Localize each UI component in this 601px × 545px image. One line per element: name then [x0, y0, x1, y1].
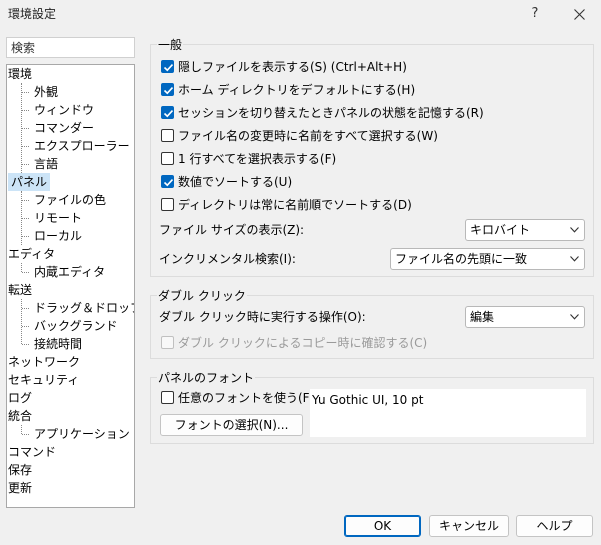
- tree-item-local[interactable]: ローカル: [34, 227, 82, 245]
- tree-item-commands[interactable]: コマンド: [8, 443, 56, 461]
- tree-connector: [22, 308, 29, 309]
- double-click-action-select[interactable]: 編集: [465, 306, 585, 328]
- checkbox-unchecked-icon: [161, 336, 174, 349]
- tree-item-endurance[interactable]: 接続時間: [34, 335, 82, 353]
- dirs-by-name-checkbox[interactable]: ディレクトリは常に名前順でソートする(D): [161, 196, 412, 214]
- double-click-group-title: ダブル クリック: [157, 287, 247, 304]
- tree-item-network[interactable]: ネットワーク: [8, 353, 80, 371]
- filesize-format-select[interactable]: キロバイト: [465, 219, 585, 241]
- double-click-action-value: 編集: [470, 310, 495, 324]
- incremental-search-label: インクリメンタル検索(I):: [159, 252, 296, 266]
- title-bar: 環境設定 ?: [0, 0, 601, 28]
- tree-item-updates[interactable]: 更新: [8, 479, 32, 497]
- tree-connector: [22, 326, 29, 327]
- natural-order-sort-checkbox[interactable]: 数値でソートする(U): [161, 173, 292, 191]
- checkbox-unchecked-icon: [161, 198, 174, 211]
- help-button[interactable]: ヘルプ: [516, 515, 593, 537]
- tree-connector: [21, 263, 22, 272]
- tree-item-security[interactable]: セキュリティ: [8, 371, 79, 389]
- tree-connector: [22, 236, 29, 237]
- general-group-title: 一般: [157, 36, 184, 53]
- checkbox-unchecked-icon: [161, 152, 174, 165]
- close-icon: [574, 9, 585, 20]
- double-click-action-label: ダブル クリック時に実行する操作(O):: [159, 310, 366, 324]
- show-hidden-files-label: 隠しファイルを表示する(S) (Ctrl+Alt+H): [178, 60, 407, 74]
- category-tree[interactable]: 環境 外観 ウィンドウ コマンダー エクスプローラー 言語 パネル ファイルの色…: [6, 64, 135, 508]
- tree-item-editors[interactable]: エディタ: [8, 245, 55, 263]
- tree-item-drag-drop[interactable]: ドラッグ＆ドロップ: [34, 299, 134, 317]
- dirs-by-name-label: ディレクトリは常に名前順でソートする(D): [178, 198, 412, 212]
- tree-item-internal-editor[interactable]: 内蔵エディタ: [34, 263, 105, 281]
- font-preview: Yu Gothic UI, 10 pt: [310, 389, 586, 437]
- tree-connector: [21, 425, 22, 434]
- chevron-down-icon: [570, 314, 579, 320]
- tree-item-environment[interactable]: 環境: [8, 65, 32, 83]
- custom-font-label: 任意のフォントを使う(F): [178, 391, 315, 405]
- window-title: 環境設定: [8, 7, 57, 21]
- tree-connector: [22, 146, 29, 147]
- tree-item-appearance[interactable]: 外観: [34, 83, 58, 101]
- tree-item-language[interactable]: 言語: [34, 155, 58, 173]
- tree-item-explorer[interactable]: エクスプローラー: [34, 137, 130, 155]
- tree-connector: [22, 164, 29, 165]
- filesize-format-value: キロバイト: [470, 223, 531, 237]
- tree-item-background[interactable]: バックグランド: [34, 317, 118, 335]
- tree-connector: [21, 299, 22, 344]
- checkbox-checked-icon: [161, 60, 174, 73]
- home-directory-default-checkbox[interactable]: ホーム ディレクトリをデフォルトにする(H): [161, 81, 415, 99]
- incremental-search-value: ファイル名の先頭に一致: [395, 252, 528, 266]
- search-input[interactable]: [6, 37, 135, 58]
- show-hidden-files-checkbox[interactable]: 隠しファイルを表示する(S) (Ctrl+Alt+H): [161, 58, 407, 76]
- confirm-copy-on-double-click-label: ダブル クリックによるコピー時に確認する(C): [178, 336, 428, 350]
- checkbox-checked-icon: [161, 106, 174, 119]
- tree-item-remote[interactable]: リモート: [34, 209, 82, 227]
- cancel-button[interactable]: キャンセル: [429, 515, 509, 537]
- help-title-button[interactable]: ?: [522, 3, 548, 25]
- tree-item-panels[interactable]: パネル: [8, 173, 51, 191]
- tree-connector: [22, 344, 29, 345]
- tree-connector: [22, 110, 29, 111]
- checkbox-unchecked-icon: [161, 391, 174, 404]
- remember-panel-state-checkbox[interactable]: セッションを切り替えたときパネルの状態を記憶する(R): [161, 104, 484, 122]
- tree-item-storage[interactable]: 保存: [8, 461, 32, 479]
- confirm-copy-on-double-click-checkbox[interactable]: ダブル クリックによるコピー時に確認する(C): [161, 334, 427, 352]
- chevron-down-icon: [570, 227, 579, 233]
- tree-connector: [22, 128, 29, 129]
- natural-order-sort-label: 数値でソートする(U): [178, 175, 293, 189]
- checkbox-unchecked-icon: [161, 129, 174, 142]
- tree-connector: [22, 434, 29, 435]
- tree-item-applications[interactable]: アプリケーション: [34, 425, 130, 443]
- tree-connector: [22, 200, 29, 201]
- select-font-button[interactable]: フォントの選択(N)...: [160, 414, 303, 436]
- chevron-down-icon: [570, 256, 579, 262]
- remember-panel-state-label: セッションを切り替えたときパネルの状態を記憶する(R): [178, 106, 484, 120]
- tree-item-commander[interactable]: コマンダー: [34, 119, 94, 137]
- filesize-format-label: ファイル サイズの表示(Z):: [159, 223, 305, 237]
- full-row-select-label: 1 行すべてを選択表示する(F): [178, 152, 337, 166]
- tree-item-integration[interactable]: 統合: [8, 407, 32, 425]
- close-button[interactable]: [565, 3, 593, 25]
- tree-item-window[interactable]: ウィンドウ: [34, 101, 94, 119]
- panel-font-group-title: パネルのフォント: [157, 369, 256, 386]
- tree-connector: [22, 218, 29, 219]
- select-full-name-on-rename-label: ファイル名の変更時に名前をすべて選択する(W): [178, 129, 438, 143]
- tree-item-file-colors[interactable]: ファイルの色: [34, 191, 106, 209]
- tree-connector: [22, 92, 29, 93]
- checkbox-checked-icon: [161, 83, 174, 96]
- tree-item-logging[interactable]: ログ: [8, 389, 32, 407]
- select-full-name-on-rename-checkbox[interactable]: ファイル名の変更時に名前をすべて選択する(W): [161, 127, 438, 145]
- home-directory-default-label: ホーム ディレクトリをデフォルトにする(H): [178, 83, 416, 97]
- incremental-search-select[interactable]: ファイル名の先頭に一致: [390, 248, 585, 270]
- custom-font-checkbox[interactable]: 任意のフォントを使う(F): [161, 389, 314, 407]
- tree-connector: [22, 272, 29, 273]
- tree-item-transfer[interactable]: 転送: [8, 281, 32, 299]
- full-row-select-checkbox[interactable]: 1 行すべてを選択表示する(F): [161, 150, 336, 168]
- checkbox-checked-icon: [161, 175, 174, 188]
- ok-button[interactable]: OK: [344, 515, 421, 537]
